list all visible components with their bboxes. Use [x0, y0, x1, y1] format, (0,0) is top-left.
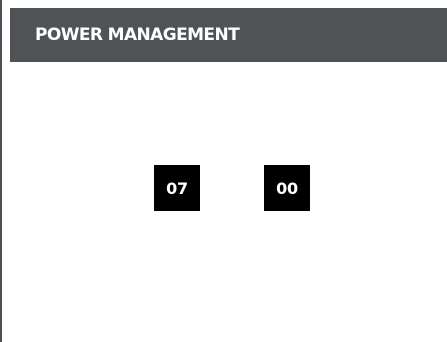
panel-header: POWER MANAGEMENT	[10, 8, 447, 62]
power-management-panel: POWER MANAGEMENT 07 00	[0, 0, 447, 342]
minutes-field[interactable]: 00	[264, 165, 310, 211]
hours-field[interactable]: 07	[154, 165, 200, 211]
panel-title: POWER MANAGEMENT	[35, 24, 240, 45]
